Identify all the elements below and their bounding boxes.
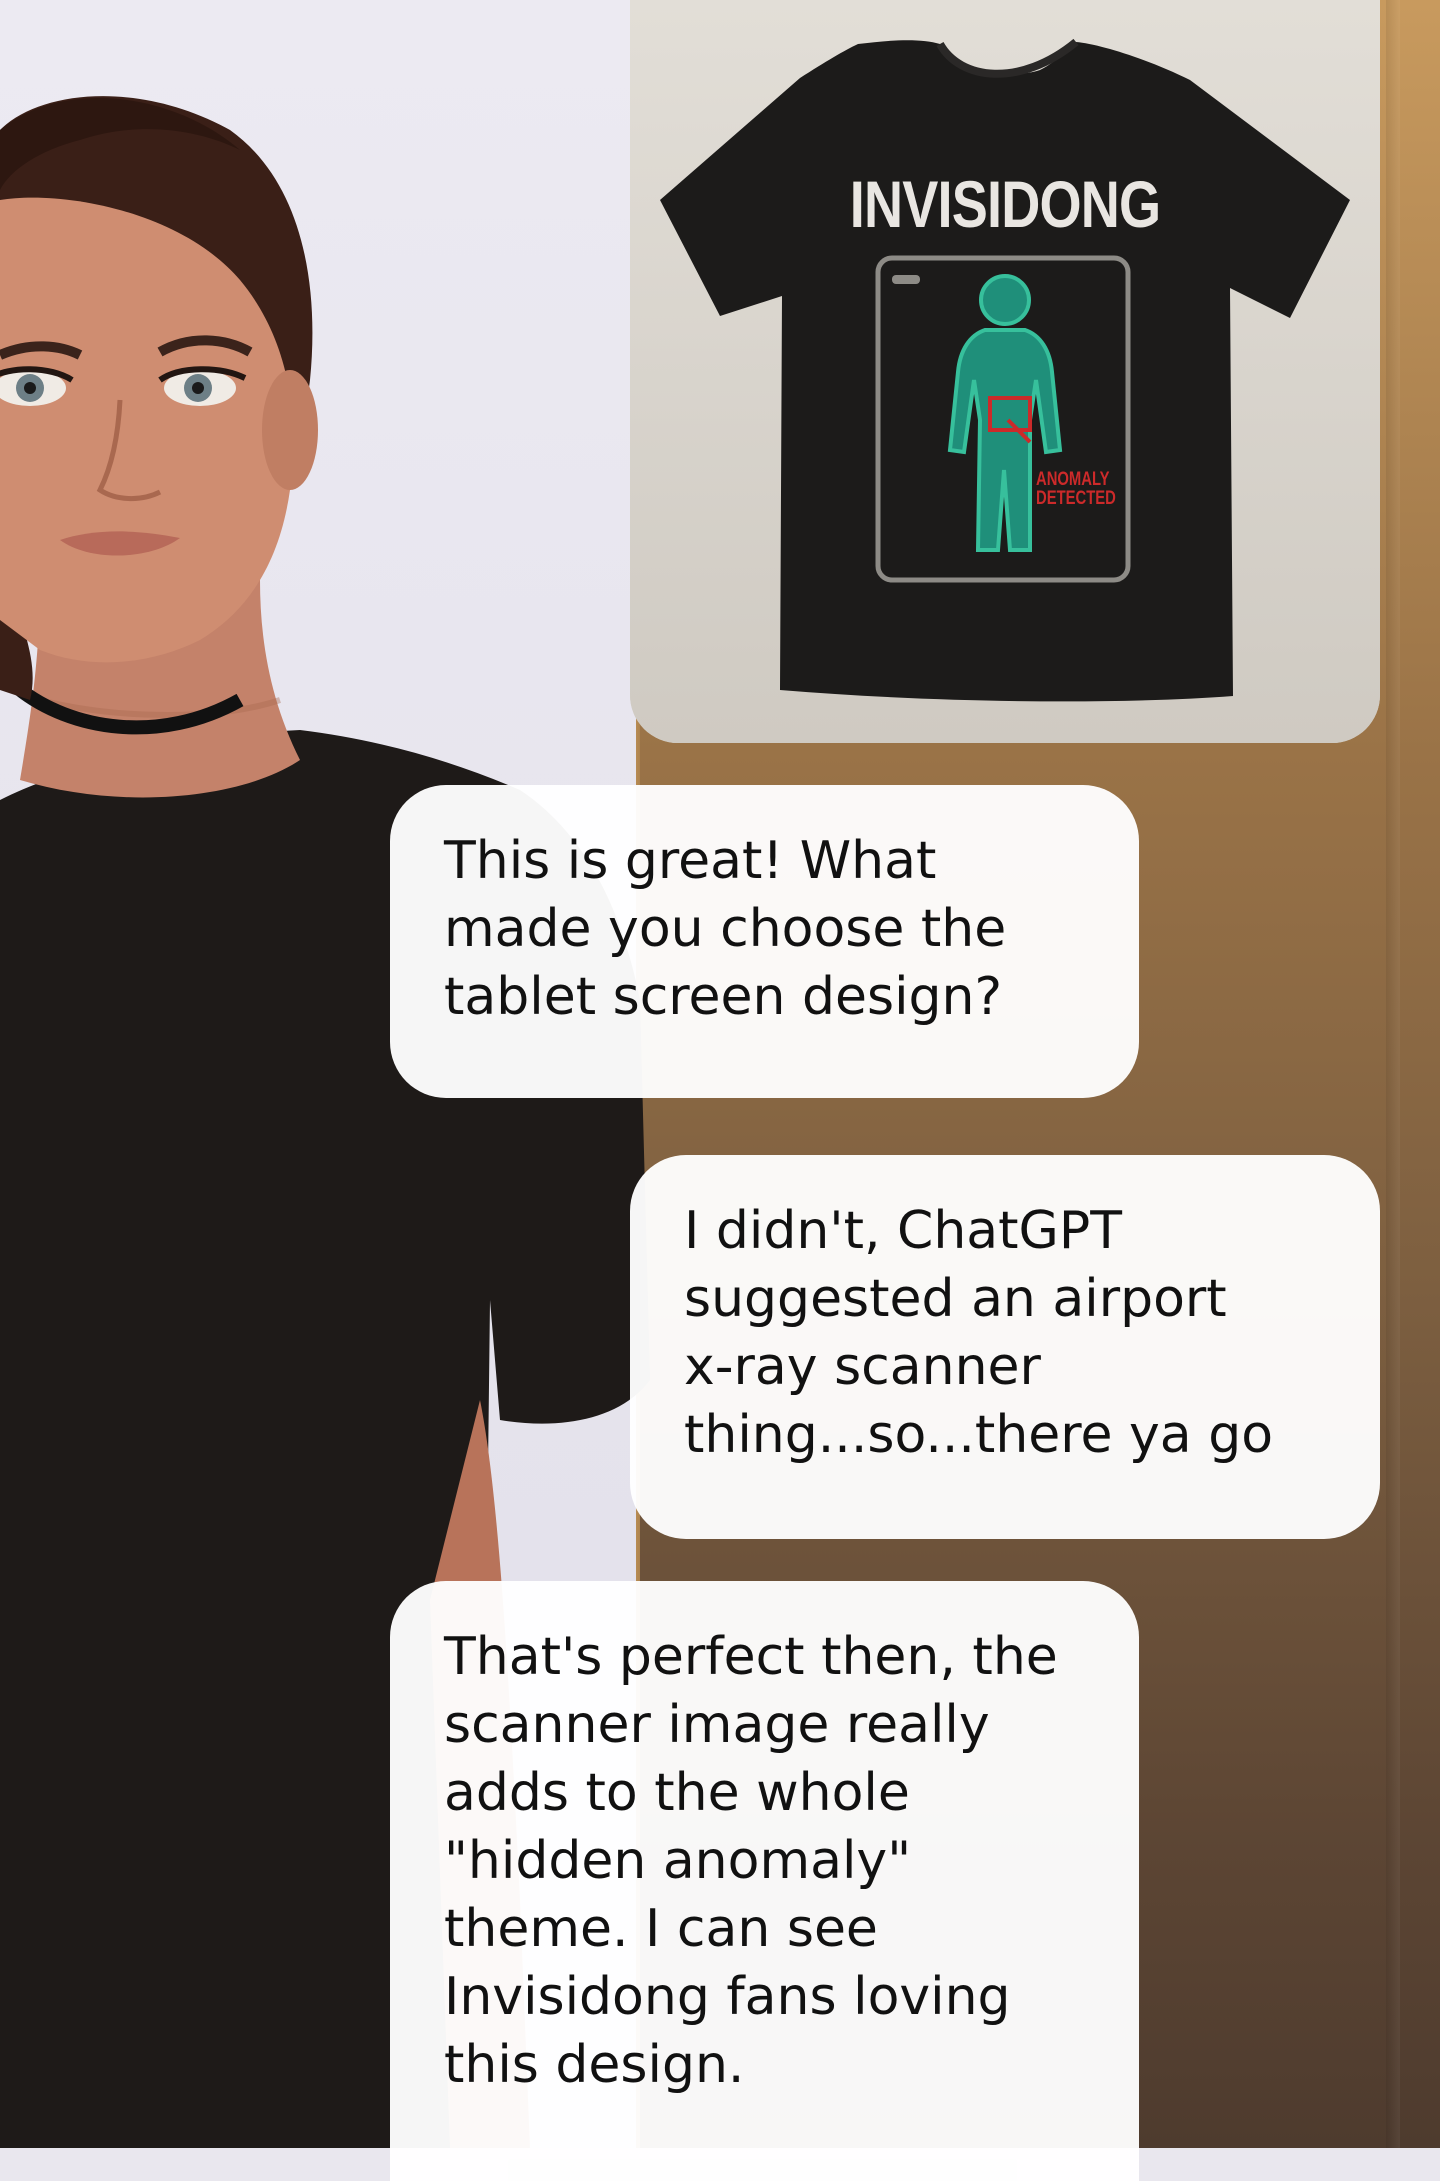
anomaly-label: ANOMALY DETECTED: [1036, 469, 1116, 509]
message-line: adds to the whole: [444, 1763, 910, 1823]
message-line: That's perfect then, the: [444, 1627, 1058, 1687]
message-line: "hidden anomaly": [444, 1831, 912, 1891]
message-line: thing...so...there ya go: [684, 1405, 1274, 1465]
message-line: this design.: [444, 2035, 745, 2095]
assistant-message-bubble: This is great! What made you choose the …: [390, 785, 1139, 1098]
user-message-bubble: I didn't, ChatGPT suggested an airport x…: [630, 1155, 1380, 1539]
message-line: suggested an airport: [684, 1269, 1227, 1329]
message-line: made you choose the: [444, 899, 1007, 959]
message-line: scanner image really: [444, 1695, 990, 1755]
message-line: theme. I can see: [444, 1899, 878, 1959]
assistant-message-bubble: That's perfect then, the scanner image r…: [390, 1581, 1139, 2181]
message-line: This is great! What: [444, 831, 937, 891]
door-frame: [1386, 0, 1400, 2148]
message-line: tablet screen design?: [444, 967, 1003, 1027]
message-line: x-ray scanner: [684, 1337, 1041, 1397]
tshirt-illustration: [630, 0, 1380, 743]
message-line: I didn't, ChatGPT: [684, 1201, 1122, 1261]
shirt-title-text: INVISIDONG: [849, 167, 1161, 241]
message-line: Invisidong fans loving: [444, 1967, 1011, 2027]
product-image-card[interactable]: INVISIDONG ANOMALY DETECTED: [630, 0, 1380, 743]
